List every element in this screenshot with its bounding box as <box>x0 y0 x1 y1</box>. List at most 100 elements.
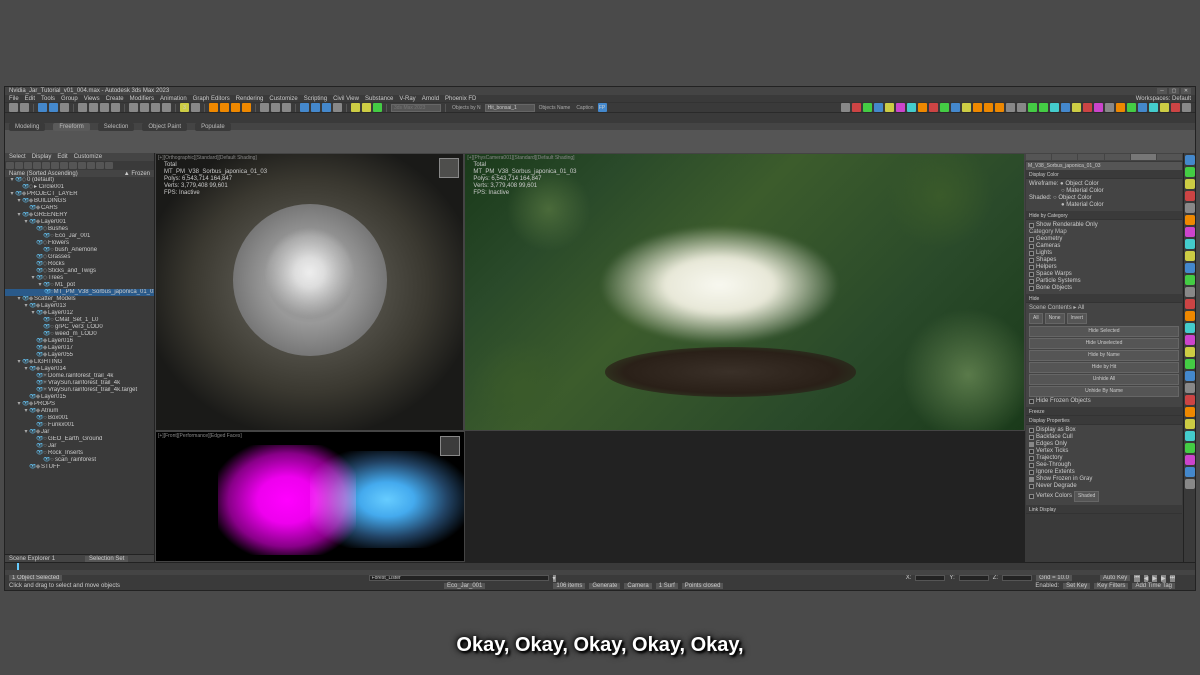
select-rect-icon[interactable] <box>100 103 109 112</box>
t24-icon[interactable] <box>1127 103 1136 112</box>
select-icon[interactable] <box>78 103 87 112</box>
tree-item[interactable]: ▾👁◆Layer013 <box>5 303 154 310</box>
coord-z-input[interactable] <box>1002 575 1032 581</box>
t2-icon[interactable] <box>863 103 872 112</box>
tree-item[interactable]: 👁◇Flowers <box>5 240 154 247</box>
tree-item[interactable]: 👁◇Bushes <box>5 226 154 233</box>
viewport-label[interactable]: [+][Front][Performance][Edged Faces] <box>158 433 242 439</box>
selection-set[interactable]: Selection Set <box>85 556 128 562</box>
hierarchy-tab-icon[interactable] <box>1078 154 1103 160</box>
tree-item[interactable]: 👁○scan_rainforest <box>5 457 154 464</box>
sb-icon[interactable] <box>1185 407 1195 417</box>
tree-item[interactable]: 👁☀VraySun.rainforest_trail_4k.target <box>5 387 154 394</box>
check-lights[interactable]: Lights <box>1029 250 1179 257</box>
menu-item[interactable]: Scripting <box>304 96 327 102</box>
t23-icon[interactable] <box>1116 103 1125 112</box>
sb-icon[interactable] <box>1185 371 1195 381</box>
menu-item[interactable]: Customize <box>269 96 297 102</box>
viewport-label[interactable]: [+][Orthographic][Standard][Default Shad… <box>158 155 257 161</box>
ribbon-tab[interactable]: Freeform <box>53 123 89 131</box>
ribbon-tab[interactable]: Object Paint <box>142 123 187 131</box>
tab-all[interactable]: All <box>1029 313 1043 324</box>
tree-item[interactable]: 👁◆Layer017 <box>5 345 154 352</box>
dp-vcolors[interactable]: Vertex Colors Shaded <box>1029 490 1179 503</box>
tree-item[interactable]: ▾👁◆PROJECT_LAYER <box>5 191 154 198</box>
sb-icon[interactable] <box>1185 227 1195 237</box>
tree-item[interactable]: ▾👁◆Atrium <box>5 408 154 415</box>
menu-item[interactable]: Group <box>61 96 78 102</box>
mirror-icon[interactable] <box>271 103 280 112</box>
schematic-icon[interactable] <box>322 103 331 112</box>
render-frame-icon[interactable] <box>362 103 371 112</box>
rollout-header[interactable]: Display Color <box>1026 172 1182 179</box>
menu-item[interactable]: Graph Editors <box>193 96 230 102</box>
scene-tree[interactable]: ▾👁◇0 (default)👁◇▸ Circle001▾👁◆PROJECT_LA… <box>5 177 154 554</box>
tree-item[interactable]: 👁○CMat_Set_1_L0 <box>5 317 154 324</box>
rotate-icon[interactable] <box>140 103 149 112</box>
explorer-tab[interactable]: Edit <box>57 154 67 160</box>
check-spacewarps[interactable]: Space Warps <box>1029 271 1179 278</box>
t22-icon[interactable] <box>1105 103 1114 112</box>
tree-item[interactable]: 👁◆Layer055 <box>5 352 154 359</box>
ribbon-tab[interactable]: Populate <box>195 123 231 131</box>
setkey-button[interactable]: Set Key <box>1063 583 1090 589</box>
dp-backface[interactable]: Backface Cull <box>1029 434 1179 441</box>
et8-icon[interactable] <box>69 162 77 169</box>
sb-icon[interactable] <box>1185 263 1195 273</box>
tree-item[interactable]: ▾👁◆Scatter_Models <box>5 296 154 303</box>
spinner-snap-icon[interactable] <box>242 103 251 112</box>
sb-icon[interactable] <box>1185 179 1195 189</box>
t29-icon[interactable] <box>1182 103 1191 112</box>
explorer-frozen[interactable]: ▲ Frozen <box>124 171 150 177</box>
menu-item[interactable]: Tools <box>41 96 55 102</box>
t8-icon[interactable] <box>929 103 938 112</box>
viewcube-icon[interactable] <box>439 158 459 178</box>
addtag-button[interactable]: Add Time Tag <box>1132 583 1175 589</box>
et2-icon[interactable] <box>15 162 23 169</box>
sb-icon[interactable] <box>1185 347 1195 357</box>
tree-item[interactable]: ▾👁◆BUILDINGS <box>5 198 154 205</box>
dp-seethru[interactable]: See-Through <box>1029 462 1179 469</box>
search-input[interactable] <box>391 104 441 112</box>
t21-icon[interactable] <box>1094 103 1103 112</box>
timeline[interactable] <box>5 562 1195 574</box>
menu-item[interactable]: Rendering <box>236 96 264 102</box>
sb-icon[interactable] <box>1185 155 1195 165</box>
viewport-camera[interactable]: [+][PhysCamera001][Standard][Default Sha… <box>464 153 1025 431</box>
eco-field[interactable]: Eco_Jar_001 <box>444 583 485 589</box>
tree-item[interactable]: ▾👁◆LIGHTING <box>5 359 154 366</box>
sb-icon[interactable] <box>1185 191 1195 201</box>
forest-camera[interactable]: Camera <box>624 583 651 589</box>
forest-surf[interactable]: 1 Surf <box>656 583 678 589</box>
play-end-icon[interactable]: ⏭ <box>1170 575 1175 582</box>
typein-input[interactable] <box>485 104 535 112</box>
align-icon[interactable] <box>282 103 291 112</box>
t10-icon[interactable] <box>951 103 960 112</box>
dp-extents[interactable]: Ignore Extents <box>1029 469 1179 476</box>
refcoord-icon[interactable]: 3 <box>180 103 189 112</box>
dp-vticks[interactable]: Vertex Ticks <box>1029 448 1179 455</box>
dp-edges[interactable]: Edges Only <box>1029 441 1179 448</box>
check-bones[interactable]: Bone Objects <box>1029 285 1179 292</box>
forest-generate[interactable]: Generate <box>589 583 620 589</box>
viewcube-icon[interactable] <box>440 436 460 456</box>
rollout-header[interactable]: Hide <box>1026 296 1182 303</box>
dp-box[interactable]: Display as Box <box>1029 427 1179 434</box>
undo-icon[interactable] <box>9 103 18 112</box>
workspace-label[interactable]: Workspaces: Default <box>1136 96 1191 102</box>
ribbon-tab[interactable]: Selection <box>98 123 135 131</box>
forest-icon[interactable] <box>1028 103 1037 112</box>
menu-item[interactable]: V-Ray <box>399 96 415 102</box>
coord-y-input[interactable] <box>959 575 989 581</box>
et9-icon[interactable] <box>78 162 86 169</box>
sb-icon[interactable] <box>1185 419 1195 429</box>
sb-icon[interactable] <box>1185 287 1195 297</box>
menu-item[interactable]: Arnold <box>422 96 439 102</box>
hide-byhit-button[interactable]: Hide by Hit <box>1029 362 1179 373</box>
modify-tab-icon[interactable] <box>1052 154 1077 160</box>
explorer-tab[interactable]: Display <box>32 154 52 160</box>
tree-item[interactable]: 👁◆Layer016 <box>5 338 154 345</box>
menu-item[interactable]: Views <box>84 96 100 102</box>
tab-none[interactable]: None <box>1045 313 1065 324</box>
menu-item[interactable]: Modifiers <box>130 96 154 102</box>
